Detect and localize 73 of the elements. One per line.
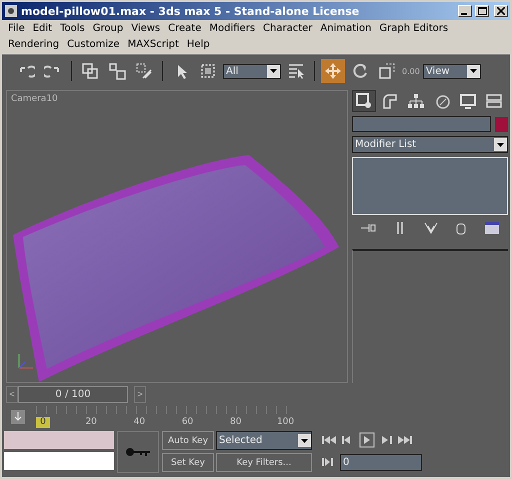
dropdown-arrow-icon (470, 69, 477, 73)
modify-icon (381, 92, 399, 110)
menu-item[interactable]: Group (88, 21, 128, 37)
modifier-stack-list[interactable] (352, 157, 508, 215)
region-icon (199, 62, 217, 80)
dropdown-arrow-icon (270, 69, 277, 73)
menu-item[interactable]: Character (259, 21, 316, 37)
bind-icon (135, 62, 153, 80)
ruler-label: 100 (276, 417, 291, 428)
close-button[interactable] (494, 5, 508, 17)
modifier-list-dropdown[interactable]: Modifier List (352, 136, 508, 153)
auto-key-button[interactable]: Auto Key (162, 431, 214, 450)
scale-icon (378, 62, 396, 80)
rotate-icon (351, 62, 369, 80)
dropdown-arrow-icon (301, 438, 308, 442)
ruler-label: 0 (36, 417, 50, 428)
current-frame-field[interactable]: 0 (340, 454, 422, 470)
utilities-icon (485, 92, 503, 110)
selection-filter-dropdown[interactable]: All (223, 64, 281, 78)
window-title: model-pillow01.max - 3ds max 5 - Stand-alone License (21, 4, 360, 18)
move-icon (324, 62, 342, 80)
ruler-label: 40 (132, 417, 146, 428)
object-name-field[interactable] (352, 116, 491, 132)
menu-item[interactable]: Tools (56, 21, 89, 37)
link-icon (81, 62, 99, 80)
menu-item[interactable]: Create (164, 21, 206, 37)
viewport[interactable]: Camera10 (6, 90, 348, 383)
track-bar-ruler[interactable]: 0 20 40 60 80 100 (36, 406, 291, 428)
pin-stack-icon[interactable] (360, 222, 376, 234)
dropdown-arrow-icon (497, 142, 504, 146)
play-icon[interactable] (359, 432, 375, 448)
track-bar-icon[interactable] (10, 409, 26, 425)
maximize-button[interactable] (475, 5, 489, 17)
ruler-label: 80 (229, 417, 242, 428)
maximize-icon (478, 7, 486, 15)
menu-item[interactable]: Help (182, 37, 214, 53)
ruler-label: 20 (84, 417, 98, 428)
move-tool-button[interactable] (321, 59, 345, 83)
menu-item[interactable]: Views (127, 21, 164, 37)
key-filters-button[interactable]: Key Filters... (216, 453, 312, 472)
app-icon (4, 4, 18, 18)
go-to-end-icon[interactable] (397, 434, 413, 446)
next-frame-button[interactable]: > (134, 386, 146, 402)
go-to-start-icon[interactable] (321, 434, 337, 446)
menu-item[interactable]: Rendering (4, 37, 64, 53)
menu-item[interactable]: Modifiers (205, 21, 260, 37)
previous-frame-button[interactable]: < (6, 386, 18, 402)
frame-counter: 0 / 100 (55, 388, 91, 400)
minimize-button[interactable] (458, 5, 472, 17)
hierarchy-icon (407, 92, 425, 110)
maxscript-listener-field[interactable] (4, 452, 114, 470)
object-color-swatch[interactable] (495, 116, 508, 132)
time-slider-thumb[interactable]: 0 / 100 (18, 386, 128, 402)
display-icon (459, 92, 477, 110)
menu-item[interactable]: Customize (63, 37, 124, 53)
key-mode-dropdown[interactable]: Selected (216, 431, 312, 450)
menu-item[interactable]: File (4, 21, 29, 37)
ruler-label: 60 (180, 417, 194, 428)
create-icon (355, 92, 373, 110)
menu-item[interactable]: Graph Editors (375, 21, 452, 37)
key-icon (125, 447, 151, 457)
close-icon (497, 7, 505, 15)
key-mode-panel[interactable] (117, 431, 159, 473)
create-panel-tab[interactable] (352, 90, 376, 112)
menu-item[interactable]: MAXScript (124, 37, 183, 53)
spinner-readout: 0.00 (402, 66, 420, 76)
unlink-icon (108, 62, 126, 80)
menu-item[interactable]: Animation (316, 21, 376, 37)
set-key-button[interactable]: Set Key (162, 453, 214, 472)
byname-icon (287, 62, 305, 80)
viewport-label[interactable]: Camera10 (7, 91, 62, 107)
menu-item[interactable]: Edit (28, 21, 56, 37)
coordinate-system-dropdown[interactable]: View (422, 64, 481, 78)
